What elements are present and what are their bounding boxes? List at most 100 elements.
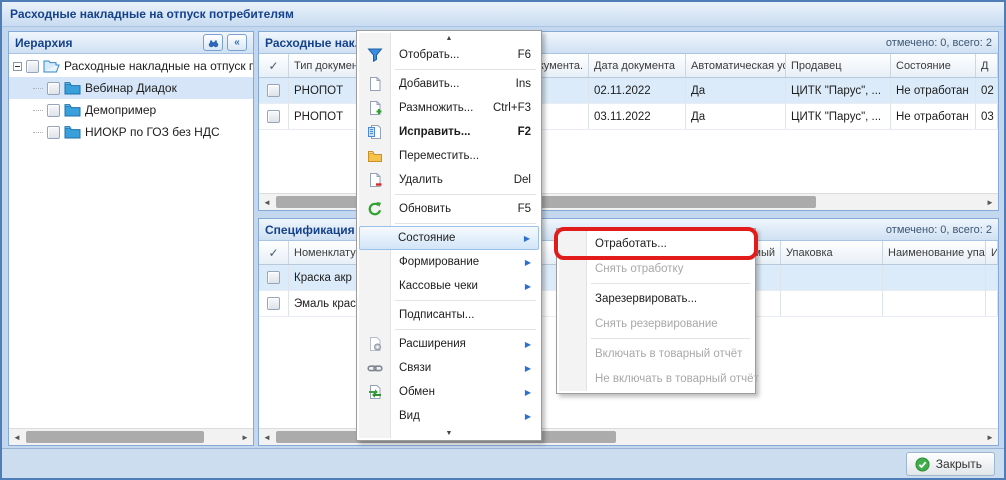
collapse-icon: « bbox=[234, 37, 240, 48]
submenu-item-process[interactable]: Отработать... bbox=[559, 231, 753, 256]
menu-item-exchange[interactable]: Обмен ▶ bbox=[359, 380, 539, 404]
menu-item-signers[interactable]: Подписанты... bbox=[359, 303, 539, 327]
menu-item-receipts[interactable]: Кассовые чеки ▶ bbox=[359, 274, 539, 298]
tree-node-label: НИОКР по ГОЗ без НДС bbox=[85, 125, 220, 139]
menu-shortcut: Ctrl+F3 bbox=[493, 102, 531, 114]
tree-connector bbox=[33, 132, 43, 133]
search-button[interactable] bbox=[203, 34, 223, 51]
specification-counter: отмечено: 0, всего: 2 bbox=[886, 224, 992, 236]
menu-item-label: Связи bbox=[399, 362, 431, 374]
hierarchy-hscrollbar[interactable]: ◄ ► bbox=[9, 428, 253, 445]
window-title: Расходные накладные на отпуск потребител… bbox=[10, 7, 294, 21]
folder-icon bbox=[64, 125, 81, 139]
column-header-seller[interactable]: Продавец bbox=[786, 54, 891, 77]
column-header-date[interactable]: Дата документа bbox=[589, 54, 686, 77]
specification-title: Спецификация bbox=[265, 223, 355, 237]
check-column-header[interactable]: ✓ bbox=[259, 54, 289, 77]
close-button-label: Закрыть bbox=[936, 457, 982, 471]
context-menu: ▲ Отобрать... F6 Добавить... Ins Размнож… bbox=[356, 30, 542, 441]
menu-item-label: Вид bbox=[399, 410, 420, 422]
hierarchy-panel: Иерархия « Расходные накладные на отпуск… bbox=[8, 31, 254, 446]
scroll-left-icon[interactable]: ◄ bbox=[259, 194, 275, 210]
menu-item-edit[interactable]: Исправить... F2 bbox=[359, 120, 539, 144]
ok-circle-icon bbox=[915, 457, 930, 472]
column-header-last[interactable]: И bbox=[986, 241, 998, 264]
column-header-last[interactable]: Д bbox=[976, 54, 998, 77]
checkbox[interactable] bbox=[47, 126, 60, 139]
menu-item-label: Обмен bbox=[399, 386, 435, 398]
folder-icon bbox=[64, 81, 81, 95]
tree-node-label: Демопример bbox=[85, 103, 156, 117]
checkbox[interactable] bbox=[47, 104, 60, 117]
menu-item-label: Добавить... bbox=[399, 78, 459, 90]
checkbox[interactable] bbox=[47, 82, 60, 95]
collapse-panel-button[interactable]: « bbox=[227, 34, 247, 51]
submenu-arrow-icon: ▶ bbox=[525, 364, 531, 373]
menu-item-filter[interactable]: Отобрать... F6 bbox=[359, 43, 539, 67]
menu-scroll-down[interactable]: ▼ bbox=[359, 428, 539, 438]
scroll-right-icon[interactable]: ► bbox=[237, 429, 253, 445]
menu-item-label: Отобрать... bbox=[399, 49, 459, 61]
menu-item-delete[interactable]: Удалить Del bbox=[359, 168, 539, 192]
checkbox[interactable] bbox=[26, 60, 39, 73]
menu-item-extensions[interactable]: Расширения ▶ bbox=[359, 332, 539, 356]
footer-bar: Закрыть bbox=[2, 448, 1004, 478]
menu-item-forming[interactable]: Формирование ▶ bbox=[359, 250, 539, 274]
submenu-item-label: Снять отработку bbox=[595, 263, 683, 275]
cell-pack bbox=[781, 291, 883, 316]
menu-item-duplicate[interactable]: Размножить... Ctrl+F3 bbox=[359, 96, 539, 120]
close-button[interactable]: Закрыть bbox=[906, 452, 995, 476]
column-header-state[interactable]: Состояние bbox=[891, 54, 976, 77]
checkbox[interactable] bbox=[267, 297, 280, 310]
scroll-thumb[interactable] bbox=[26, 431, 204, 443]
tree-node-demo[interactable]: Демопример bbox=[9, 99, 253, 121]
expander-icon[interactable] bbox=[13, 62, 22, 71]
submenu-item-reserve[interactable]: Зарезервировать... bbox=[559, 286, 753, 311]
scroll-left-icon[interactable]: ◄ bbox=[9, 429, 25, 445]
menu-scroll-up[interactable]: ▲ bbox=[359, 33, 539, 43]
tree-node-root[interactable]: Расходные накладные на отпуск потре bbox=[9, 55, 253, 77]
chain-link-icon bbox=[367, 360, 383, 376]
menu-separator bbox=[591, 338, 750, 339]
submenu-item-label: Зарезервировать... bbox=[595, 293, 697, 305]
column-header-packname[interactable]: Наименование упа bbox=[883, 241, 986, 264]
tree-node-niokr[interactable]: НИОКР по ГОЗ без НДС bbox=[9, 121, 253, 143]
add-page-icon bbox=[367, 76, 383, 92]
menu-item-move[interactable]: Переместить... bbox=[359, 144, 539, 168]
tree-node-label: Расходные накладные на отпуск потре bbox=[64, 59, 253, 73]
submenu-item-label: Отработать... bbox=[595, 238, 667, 250]
submenu-arrow-icon: ▶ bbox=[525, 412, 531, 421]
scroll-right-icon[interactable]: ► bbox=[982, 194, 998, 210]
menu-item-add[interactable]: Добавить... Ins bbox=[359, 72, 539, 96]
menu-item-state[interactable]: Состояние ▶ bbox=[359, 226, 539, 250]
tree-node-vebinar[interactable]: Вебинар Диадок bbox=[9, 77, 253, 99]
scroll-left-icon[interactable]: ◄ bbox=[259, 429, 275, 445]
column-header-pack[interactable]: Упаковка bbox=[781, 241, 883, 264]
menu-item-label: Переместить... bbox=[399, 150, 479, 162]
tree-connector bbox=[33, 110, 43, 111]
hierarchy-title: Иерархия bbox=[15, 36, 73, 50]
check-column-header[interactable]: ✓ bbox=[259, 241, 289, 264]
checkbox[interactable] bbox=[267, 110, 280, 123]
menu-item-refresh[interactable]: Обновить F5 bbox=[359, 197, 539, 221]
cell-date: 03.11.2022 bbox=[589, 104, 686, 129]
menu-item-label: Удалить bbox=[399, 174, 443, 186]
menu-separator bbox=[395, 194, 536, 195]
submenu-item-label: Снять резервирование bbox=[595, 318, 718, 330]
checkbox[interactable] bbox=[267, 84, 280, 97]
menu-separator bbox=[395, 300, 536, 301]
menu-item-view[interactable]: Вид ▶ bbox=[359, 404, 539, 428]
menu-item-links[interactable]: Связи ▶ bbox=[359, 356, 539, 380]
scroll-right-icon[interactable]: ► bbox=[982, 429, 998, 445]
menu-item-label: Обновить bbox=[399, 203, 451, 215]
hierarchy-tree: Расходные накладные на отпуск потре Веби… bbox=[9, 55, 253, 428]
cell-auto: Да bbox=[686, 104, 786, 129]
checkbox[interactable] bbox=[267, 271, 280, 284]
menu-shortcut: Ins bbox=[516, 78, 531, 90]
cell-state: Не отработан bbox=[891, 78, 976, 103]
delete-page-icon bbox=[367, 172, 383, 188]
tree-connector bbox=[33, 88, 43, 89]
column-header-auto[interactable]: Автоматическая ус bbox=[686, 54, 786, 77]
binoculars-icon bbox=[207, 37, 220, 49]
documents-counter: отмечено: 0, всего: 2 bbox=[886, 37, 992, 49]
